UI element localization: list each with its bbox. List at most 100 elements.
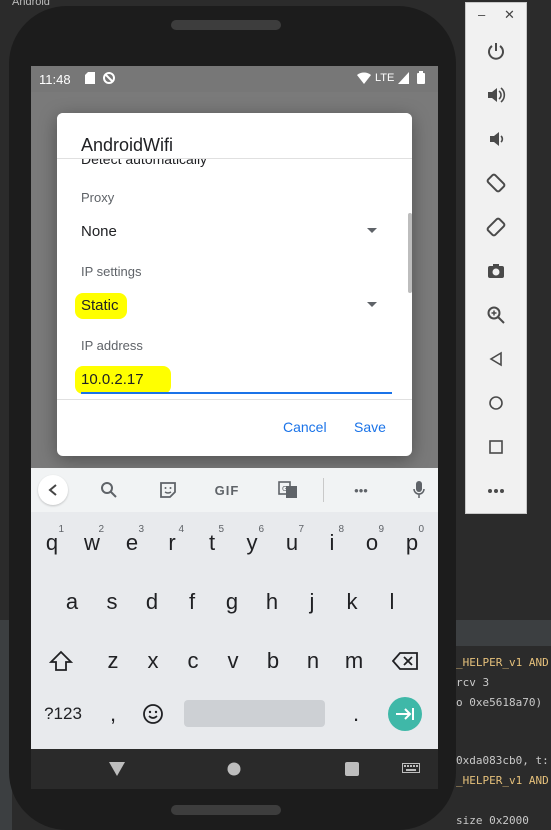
minimize-button[interactable]: – [478,7,485,22]
terminal-line: _HELPER_v1 AND [456,774,549,787]
key-label: e [125,530,139,555]
key-hint: 2 [98,524,104,535]
cancel-button[interactable]: Cancel [283,419,327,435]
ide-terminal: _HELPER_v1 AND rcv 3 o 0xe5618a70) 0xda0… [452,620,551,830]
proxy-dropdown[interactable]: None [81,223,117,240]
more-icon[interactable] [484,479,508,503]
data-saver-icon [103,72,115,87]
toolbar-divider [323,478,324,502]
key-label: p [405,530,419,555]
battery-icon [417,71,425,87]
close-button[interactable]: ✕ [504,7,515,23]
key-i[interactable]: 8i [312,518,352,568]
ip-address-input[interactable]: 10.0.2.17 [81,371,144,388]
terminal-line: rcv 3 [456,676,490,689]
ip-address-label: IP address [81,338,143,353]
key-t[interactable]: 5t [192,518,232,568]
key-label: y [246,530,258,555]
terminal-line: _HELPER_v1 AND [456,656,549,669]
key-m[interactable]: m [334,636,374,686]
key-label: o [365,530,379,555]
key-n[interactable]: n [293,636,333,686]
ip-address-underline [81,392,392,394]
translate-icon[interactable]: G [276,478,300,502]
gif-button[interactable]: GIF [211,478,243,502]
key-label: q [45,530,59,555]
key-label: t [208,530,216,555]
nav-home-icon[interactable] [224,759,244,779]
nav-back-icon[interactable] [107,759,127,779]
key-d[interactable]: d [132,577,172,627]
space-bar[interactable] [184,700,325,727]
microphone-icon[interactable] [409,478,429,502]
wifi-config-dialog: Detect automatically AndroidWifi Proxy N… [57,113,412,456]
power-icon[interactable] [484,39,508,63]
bottom-speaker [171,805,281,815]
navigation-bar [31,749,438,789]
key-label: i [329,530,335,555]
top-speaker [171,20,281,30]
save-button[interactable]: Save [354,419,386,435]
back-icon[interactable] [484,347,508,371]
key-f[interactable]: f [172,577,212,627]
sd-card-icon [85,72,95,87]
key-v[interactable]: v [213,636,253,686]
nav-recents-icon[interactable] [342,759,362,779]
key-q[interactable]: 1q [32,518,72,568]
keyboard-switch-icon[interactable] [401,759,421,779]
key-z[interactable]: z [93,636,133,686]
key-e[interactable]: 3e [112,518,152,568]
volume-down-icon[interactable] [484,127,508,151]
symbols-key[interactable]: ?123 [39,689,87,739]
dialog-scrollbar[interactable] [408,213,412,293]
key-j[interactable]: j [292,577,332,627]
key-l[interactable]: l [372,577,412,627]
camera-icon[interactable] [484,259,508,283]
key-o[interactable]: 9o [352,518,392,568]
soft-keyboard: GIF G ••• 1q 2w 3e 4r 5t 6y 7u 8i 9o 0p [31,468,438,749]
home-icon[interactable] [484,391,508,415]
keyboard-toolbar: GIF G ••• [31,468,438,512]
key-b[interactable]: b [253,636,293,686]
key-k[interactable]: k [332,577,372,627]
key-hint: 1 [58,524,64,535]
key-u[interactable]: 7u [272,518,312,568]
proxy-label: Proxy [81,190,115,205]
emoji-icon[interactable] [133,689,173,739]
key-w[interactable]: 2w [72,518,112,568]
search-icon[interactable] [97,478,121,502]
zoom-icon[interactable] [484,303,508,327]
key-g[interactable]: g [212,577,252,627]
next-icon[interactable] [388,697,422,731]
terminal-line: size 0x2000 [456,814,529,827]
key-a[interactable]: a [52,577,92,627]
sticker-icon[interactable] [156,478,180,502]
ip-settings-dropdown[interactable]: Static [81,297,119,314]
period-key[interactable]: . [336,689,376,739]
key-x[interactable]: x [133,636,173,686]
comma-key[interactable]: , [93,689,133,739]
overview-icon[interactable] [484,435,508,459]
key-r[interactable]: 4r [152,518,192,568]
volume-up-icon[interactable] [484,83,508,107]
backspace-icon[interactable] [385,636,425,686]
more-options-button[interactable]: ••• [345,478,377,502]
chevron-down-icon[interactable] [367,302,377,307]
key-label: r [168,530,176,555]
status-time: 11:48 [39,72,71,87]
key-hint: 7 [298,524,304,535]
key-p[interactable]: 0p [392,518,432,568]
shift-icon[interactable] [41,636,81,686]
chevron-down-icon[interactable] [367,228,377,233]
chevron-left-icon[interactable] [38,475,68,505]
rotate-left-icon[interactable] [484,171,508,195]
key-y[interactable]: 6y [232,518,272,568]
terminal-header [452,620,551,646]
key-h[interactable]: h [252,577,292,627]
key-hint: 5 [218,524,224,535]
phone-screen: 11:48 LTE Detect automatically AndroidWi… [31,66,438,789]
key-hint: 6 [258,524,264,535]
rotate-right-icon[interactable] [484,215,508,239]
key-s[interactable]: s [92,577,132,627]
key-c[interactable]: c [173,636,213,686]
